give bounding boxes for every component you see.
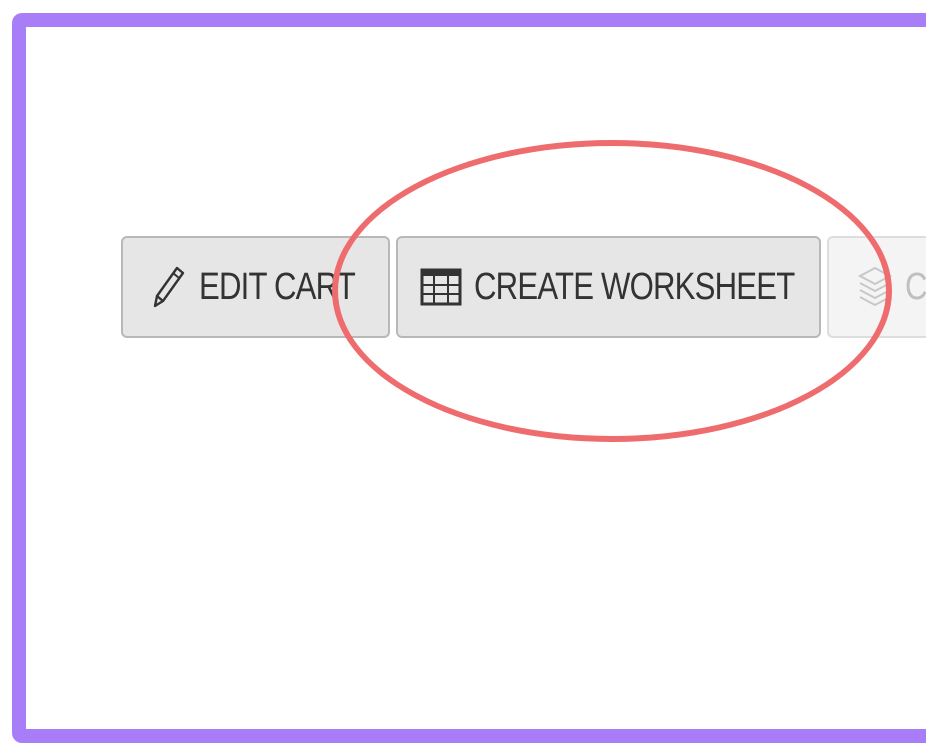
partially-visible-button[interactable]: C [827,236,926,338]
screenshot-frame [12,13,926,743]
create-worksheet-button[interactable]: CREATE WORKSHEET [396,236,821,338]
partial-button-label: C [905,265,926,308]
edit-cart-button[interactable]: EDIT CART [121,236,390,338]
table-grid-icon [420,267,462,307]
pencil-icon [147,262,187,312]
edit-cart-label: EDIT CART [199,265,356,308]
layers-icon [857,264,893,310]
cart-toolbar: EDIT CART CREATE WORKSHEET C [121,236,926,340]
create-worksheet-label: CREATE WORKSHEET [474,265,795,308]
